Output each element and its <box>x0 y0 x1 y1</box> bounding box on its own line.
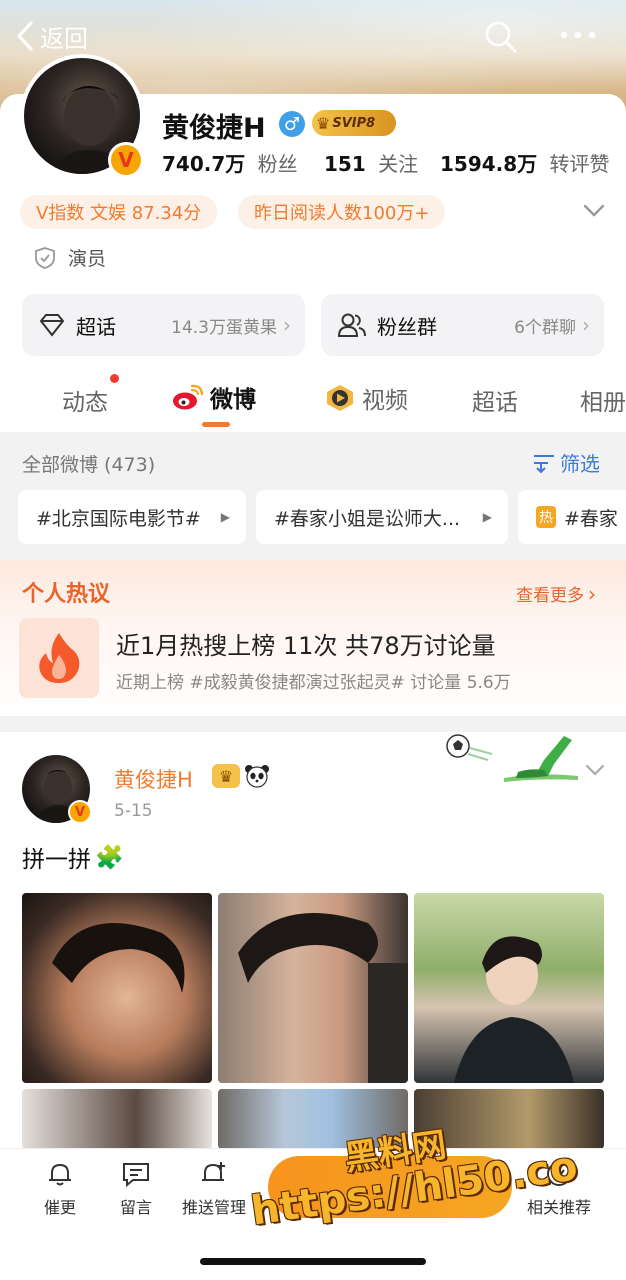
chevron-right-icon: › <box>283 313 291 337</box>
bottom-item-push-settings[interactable]: 推送管理 <box>178 1160 250 1218</box>
chevron-down-icon[interactable] <box>582 203 606 219</box>
notification-dot <box>110 374 119 383</box>
bottom-item-label: 相关推荐 <box>526 1198 591 1217</box>
topic-chip[interactable]: #春家小姐是讼师大... ▶ <box>256 490 508 544</box>
home-indicator <box>200 1258 426 1265</box>
weibo-logo-icon <box>173 384 204 410</box>
crown-icon: ♛ <box>316 113 331 133</box>
verified-badge-icon: V <box>68 800 92 824</box>
v-index-tag[interactable]: V指数 文娱 87.34分 <box>20 195 218 229</box>
tab-label: 相册 <box>580 390 626 416</box>
search-icon[interactable] <box>484 20 518 54</box>
super-topic-label: 超话 <box>76 314 116 339</box>
back-label: 返回 <box>40 24 88 53</box>
photo-portrait-icon <box>52 923 185 993</box>
triangle-right-icon: ▶ <box>220 510 230 524</box>
more-icon[interactable] <box>558 28 598 42</box>
post-date: 5-15 <box>114 801 153 821</box>
stat-followers[interactable]: 740.7万 粉丝 <box>162 148 298 177</box>
post-photo[interactable] <box>22 1089 212 1149</box>
stat-interactions[interactable]: 1594.8万 转评赞 <box>440 148 610 177</box>
hot-subline[interactable]: 近期上榜 #成毅黄俊捷都演过张起灵# 讨论量 5.6万 <box>116 668 511 693</box>
bottom-item-label: 催更 <box>43 1198 76 1217</box>
crown-icon: ♛ <box>212 764 240 788</box>
stat-value: 1594.8万 <box>440 152 538 176</box>
topic-chip-label: #春家小姐是讼师大... <box>274 507 461 530</box>
stat-value: 740.7万 <box>162 152 246 176</box>
post-photo[interactable] <box>414 893 604 1083</box>
hot-badge: 热 <box>536 506 556 528</box>
filter-label: 筛选 <box>560 452 600 476</box>
topic-chip-label: #北京国际电影节# <box>36 507 201 530</box>
bottom-item-label: 留言 <box>119 1198 152 1217</box>
fan-group-label: 粉丝群 <box>377 314 437 339</box>
bottom-item-remind[interactable]: 催更 <box>30 1160 90 1218</box>
football-sticker-icon <box>440 730 580 790</box>
bottom-item-message[interactable]: 留言 <box>106 1160 166 1218</box>
chevron-down-icon[interactable] <box>584 763 606 777</box>
bell-icon <box>49 1163 71 1186</box>
video-play-icon <box>327 385 353 411</box>
post-photo[interactable] <box>22 893 212 1083</box>
post-photo[interactable] <box>218 893 408 1083</box>
super-topic-panel[interactable]: 超话 14.3万蛋黄果 › <box>22 294 305 356</box>
back-button[interactable]: 返回 <box>14 18 88 54</box>
group-icon <box>337 313 366 337</box>
photo-portrait-icon <box>454 936 574 1083</box>
diamond-icon <box>39 314 65 337</box>
tab-label: 动态 <box>62 390 108 416</box>
stat-label: 关注 <box>378 152 419 176</box>
hot-headline[interactable]: 近1月热搜上榜 11次 共78万讨论量 <box>116 626 496 661</box>
occupation: 演员 <box>34 244 106 271</box>
tab-weibo[interactable]: 微博 <box>172 380 256 414</box>
comment-icon <box>123 1163 149 1188</box>
chevron-right-icon: › <box>582 313 590 337</box>
super-topic-detail: 14.3万蛋黄果 <box>171 317 277 338</box>
tab-super-topic[interactable]: 超话 <box>472 383 518 417</box>
see-more-label: 查看更多 <box>516 586 584 606</box>
filter-button[interactable]: 筛选 <box>532 448 600 477</box>
topic-chip-label: #春家 <box>564 507 618 530</box>
chevron-right-icon: › <box>588 581 596 606</box>
tab-label: 微博 <box>210 387 256 413</box>
active-tab-indicator <box>202 422 230 427</box>
shield-icon <box>35 246 55 269</box>
photo-portrait-icon <box>238 913 408 1083</box>
post-text: 拼一拼 🧩 <box>22 840 124 874</box>
stat-label: 粉丝 <box>257 152 298 176</box>
verified-badge-icon: V <box>108 142 144 178</box>
tab-video[interactable]: 视频 <box>324 381 408 415</box>
flame-icon <box>19 618 99 698</box>
stat-value: 151 <box>324 152 366 176</box>
occupation-label: 演员 <box>68 248 107 270</box>
see-more-link[interactable]: 查看更多 › <box>516 581 596 607</box>
reads-tag[interactable]: 昨日阅读人数100万+ <box>238 195 446 229</box>
topic-chip[interactable]: 热 #春家 <box>518 490 626 544</box>
tab-album[interactable]: 相册 <box>580 383 626 417</box>
post-author-name[interactable]: 黄俊捷H <box>114 764 193 794</box>
feed-title: 全部微博 (473) <box>22 454 156 476</box>
panda-icon <box>244 764 270 792</box>
fan-group-detail: 6个群聊 <box>514 317 576 338</box>
topic-chip[interactable]: #北京国际电影节# ▶ <box>18 490 246 544</box>
bottom-item-label: 推送管理 <box>181 1198 246 1217</box>
post-text-content: 拼一拼 <box>22 847 91 873</box>
fan-group-panel[interactable]: 粉丝群 6个群聊 › <box>321 294 604 356</box>
hot-section-title: 个人热议 <box>22 582 111 607</box>
svip-label: SVIP8 <box>332 115 376 131</box>
triangle-right-icon: ▶ <box>482 510 492 524</box>
tab-label: 视频 <box>362 388 408 414</box>
puzzle-emoji: 🧩 <box>95 844 124 871</box>
profile-name: 黄俊捷H <box>162 113 266 144</box>
bell-plus-icon <box>202 1162 225 1181</box>
tab-dynamic[interactable]: 动态 <box>62 383 108 417</box>
stat-label: 转评赞 <box>549 152 610 176</box>
svip-badge[interactable]: ♛ SVIP8 <box>312 110 396 136</box>
chevron-left-icon <box>17 21 33 51</box>
filter-icon <box>534 454 554 473</box>
tab-label: 超话 <box>472 390 518 416</box>
stat-following[interactable]: 151 关注 <box>324 148 418 177</box>
gender-male-icon: ♂ <box>279 111 305 137</box>
